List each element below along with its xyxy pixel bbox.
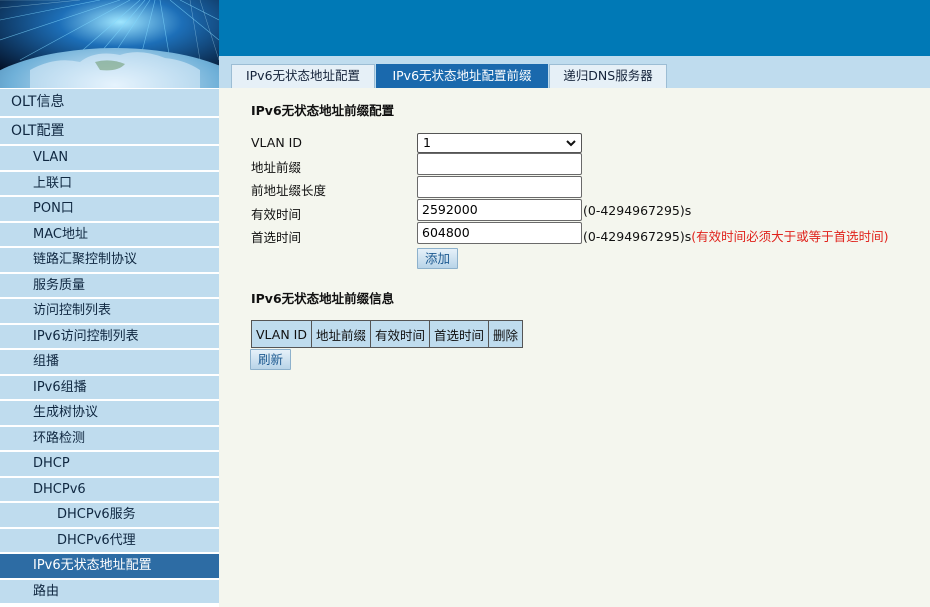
vlan-id-value: 1 (423, 135, 431, 150)
banner-globe-image (0, 0, 219, 88)
preferred-time-label: 首选时间 (251, 230, 302, 245)
valid-time-label: 有效时间 (251, 207, 302, 222)
sidebar-item-mac-address[interactable]: MAC地址 (0, 222, 219, 248)
sidebar-item-dhcp[interactable]: DHCP (0, 452, 219, 478)
tab-bar: IPv6无状态地址配置 IPv6无状态地址配置前缀 递归DNS服务器 (219, 56, 930, 88)
prefix-info-table: VLAN ID 地址前缀 有效时间 首选时间 删除 (251, 320, 524, 348)
sidebar-item-ipv6-acl[interactable]: IPv6访问控制列表 (0, 324, 219, 350)
preferred-time-range: (0-4294967295)s (583, 229, 692, 244)
sidebar-item-uplink-port[interactable]: 上联口 (0, 171, 219, 197)
column-preferred-time: 首选时间 (429, 320, 490, 348)
prefix-length-input[interactable] (417, 176, 582, 198)
sidebar-item-ipv6-stateless-config[interactable]: IPv6无状态地址配置 (0, 554, 219, 580)
preferred-time-hint: (0-4294967295)s(有效时间必须大于或等于首选时间) (583, 226, 889, 245)
preferred-time-warning: (有效时间必须大于或等于首选时间) (691, 229, 889, 244)
column-address-prefix: 地址前缀 (310, 320, 372, 348)
column-delete: 删除 (488, 320, 524, 348)
sidebar-item-dhcpv6-server[interactable]: DHCPv6服务 (0, 503, 219, 529)
refresh-button[interactable]: 刷新 (250, 349, 292, 370)
sidebar-item-vlan[interactable]: VLAN (0, 146, 219, 172)
prefix-length-label: 前地址缀长度 (251, 183, 327, 198)
tab-recursive-dns-server[interactable]: 递归DNS服务器 (549, 64, 667, 88)
sidebar-item-routing[interactable]: 路由 (0, 579, 219, 605)
form-title: IPv6无状态地址前缀配置 (251, 103, 395, 118)
sidebar-nav: OLT信息 OLT配置 VLAN 上联口 PON口 MAC地址 链路汇聚控制协议… (0, 88, 219, 607)
sidebar-item-stp[interactable]: 生成树协议 (0, 401, 219, 427)
header-banner (219, 0, 930, 56)
column-valid-time: 有效时间 (370, 320, 431, 348)
main-content: IPv6无状态地址前缀配置 VLAN ID 1 地址前缀 前地址缀长度 有效时间… (219, 88, 930, 607)
tab-ipv6-stateless-config[interactable]: IPv6无状态地址配置 (231, 64, 375, 88)
preferred-time-input[interactable]: 604800 (417, 222, 582, 244)
prefix-label: 地址前缀 (251, 160, 302, 175)
sidebar-item-dhcpv6-relay[interactable]: DHCPv6代理 (0, 528, 219, 554)
prefix-input[interactable] (417, 153, 582, 175)
sidebar-item-acl[interactable]: 访问控制列表 (0, 299, 219, 325)
tab-ipv6-stateless-prefix[interactable]: IPv6无状态地址配置前缀 (376, 64, 548, 88)
sidebar-item-qos[interactable]: 服务质量 (0, 273, 219, 299)
column-vlan-id: VLAN ID (251, 320, 312, 348)
info-title: IPv6无状态地址前缀信息 (251, 291, 395, 306)
table-header-row: VLAN ID 地址前缀 有效时间 首选时间 删除 (251, 320, 524, 348)
vlan-id-select[interactable]: 1 (417, 133, 582, 153)
vlan-id-label: VLAN ID (251, 135, 302, 150)
sidebar-item-pon-port[interactable]: PON口 (0, 197, 219, 223)
sidebar-item-olt-config[interactable]: OLT配置 (0, 118, 219, 146)
sidebar-item-loop-detect[interactable]: 环路检测 (0, 426, 219, 452)
sidebar-item-dhcpv6[interactable]: DHCPv6 (0, 477, 219, 503)
sidebar-item-lacp[interactable]: 链路汇聚控制协议 (0, 248, 219, 274)
valid-time-input[interactable]: 2592000 (417, 199, 582, 221)
add-button[interactable]: 添加 (417, 248, 459, 269)
valid-time-range: (0-4294967295)s (583, 203, 692, 218)
sidebar-item-olt-info[interactable]: OLT信息 (0, 89, 219, 118)
chevron-down-icon (566, 140, 576, 147)
sidebar-item-ipv6-multicast[interactable]: IPv6组播 (0, 375, 219, 401)
sidebar-item-multicast[interactable]: 组播 (0, 350, 219, 376)
